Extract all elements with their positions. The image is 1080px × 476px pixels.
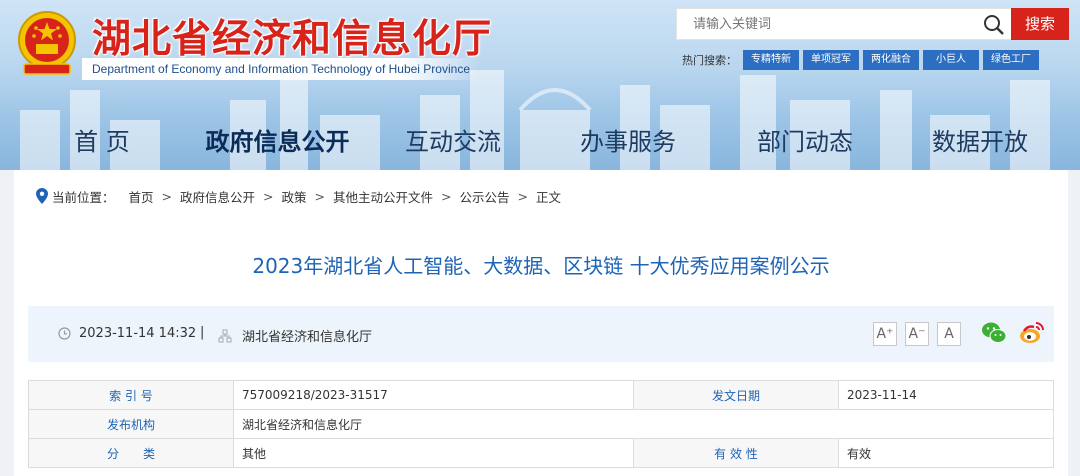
issue-date-label: 发文日期 (633, 380, 839, 410)
search-button[interactable]: 搜索 (1011, 8, 1069, 40)
table-row: 发布机构 湖北省经济和信息化厅 (28, 409, 1054, 439)
article-title: 2023年湖北省人工智能、大数据、区块链 十大优秀应用案例公示 (252, 254, 830, 278)
header-banner: 湖北省经济和信息化厅 Department of Economy and Inf… (0, 0, 1080, 170)
nav-department-news[interactable]: 部门动态 (755, 122, 855, 162)
hot-tag-3[interactable]: 两化融合 (863, 50, 919, 70)
table-row: 索 引 号 757009218/2023-31517 发文日期 2023-11-… (28, 380, 1054, 410)
content-card: 当前位置： 首页 > 政府信息公开 > 政策 > 其他主动公开文件 > 公示公告… (14, 170, 1068, 476)
national-emblem-logo (18, 11, 76, 75)
nav-gov-info[interactable]: 政府信息公开 (205, 122, 350, 162)
category-label: 分 类 (28, 438, 234, 468)
breadcrumb-notices[interactable]: 公示公告 (460, 187, 510, 206)
source-name: 湖北省经济和信息化厅 (242, 330, 373, 345)
weibo-icon[interactable] (1018, 319, 1046, 347)
table-row: 分 类 其他 有 效 性 有效 (28, 438, 1054, 468)
hot-tag-5[interactable]: 绿色工厂 (983, 50, 1039, 70)
breadcrumb-current: 正文 (536, 189, 562, 205)
breadcrumb-gov-info[interactable]: 政府信息公开 (180, 187, 255, 206)
breadcrumb-separator: > (314, 188, 326, 204)
hot-search-bar: 热门搜索： 专精特新 单项冠军 两化融合 小巨人 绿色工厂 (682, 50, 1043, 70)
hot-tag-4[interactable]: 小巨人 (923, 50, 979, 70)
breadcrumb-home[interactable]: 首页 (129, 187, 154, 206)
site-title: 湖北省经济和信息化厅 (92, 17, 493, 62)
clock-icon (58, 327, 71, 340)
search-input[interactable] (677, 9, 977, 39)
nav-open-data[interactable]: 数据开放 (930, 122, 1030, 162)
main-nav: 首 页 政府信息公开 互动交流 办事服务 部门动态 数据开放 (0, 122, 1080, 162)
article-meta-bar: 2023-11-14 14:32 | 湖北省经济和信息化厅 A⁺ A⁻ A (28, 306, 1054, 362)
validity-label: 有 效 性 (633, 438, 839, 468)
nav-services[interactable]: 办事服务 (578, 122, 678, 162)
font-larger-button[interactable]: A⁺ (873, 322, 897, 346)
breadcrumb-policy[interactable]: 政策 (282, 187, 307, 206)
font-smaller-button[interactable]: A⁻ (905, 322, 929, 346)
meta-divider: | (200, 325, 205, 340)
site-title-english: Department of Economy and Information Te… (82, 58, 480, 80)
breadcrumb-separator: > (161, 188, 173, 204)
nav-home[interactable]: 首 页 (72, 122, 132, 162)
breadcrumb-label: 当前位置： (52, 189, 115, 205)
document-info-table: 索 引 号 757009218/2023-31517 发文日期 2023-11-… (28, 380, 1054, 468)
organization-icon (218, 329, 232, 342)
breadcrumb-separator: > (517, 188, 529, 204)
breadcrumb: 当前位置： 首页 > 政府信息公开 > 政策 > 其他主动公开文件 > 公示公告… (36, 186, 561, 206)
publish-datetime: 2023-11-14 14:32 (79, 326, 197, 341)
hot-tag-2[interactable]: 单项冠军 (803, 50, 859, 70)
validity-value: 有效 (838, 438, 1054, 468)
article-source: 湖北省经济和信息化厅 (218, 326, 372, 345)
publish-date: 2023-11-14 14:32 (58, 326, 196, 341)
hot-tag-1[interactable]: 专精特新 (743, 50, 799, 70)
issuer-label: 发布机构 (28, 409, 234, 439)
font-default-button[interactable]: A (937, 322, 961, 346)
index-number-label: 索 引 号 (28, 380, 234, 410)
category-value: 其他 (233, 438, 634, 468)
issue-date-value: 2023-11-14 (838, 380, 1054, 410)
breadcrumb-separator: > (263, 188, 274, 204)
issuer-value: 湖北省经济和信息化厅 (233, 409, 1054, 439)
breadcrumb-separator: > (441, 188, 452, 204)
breadcrumb-other-files[interactable]: 其他主动公开文件 (333, 187, 433, 206)
search-icon[interactable] (983, 14, 1005, 36)
index-number-value: 757009218/2023-31517 (233, 380, 634, 410)
wechat-icon[interactable] (980, 319, 1008, 347)
hot-search-label: 热门搜索： (682, 54, 737, 67)
nav-interaction[interactable]: 互动交流 (403, 122, 503, 162)
location-pin-icon (36, 188, 48, 204)
search-box: 搜索 (676, 8, 1069, 40)
